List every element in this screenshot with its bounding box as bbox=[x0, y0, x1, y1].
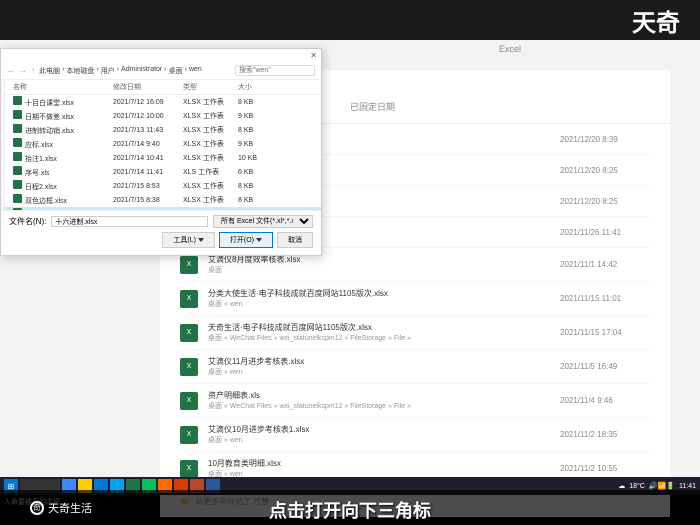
excel-file-icon bbox=[13, 110, 22, 119]
top-brand-bar: 天奇 bbox=[0, 0, 700, 40]
file-list: 名称 修改日期 类型 大小 十目白课堂.xlsx2021/7/12 16:09X… bbox=[5, 80, 321, 210]
file-row[interactable]: 十六进制.xlsx2021/7/15 10:49XLSX 工作表8 KB bbox=[5, 207, 321, 210]
file-row[interactable]: 进制转动销.xlsx2021/7/13 11:43XLSX 工作表8 KB bbox=[5, 123, 321, 137]
system-tray[interactable]: ☁ 18°C 🔊📶🔋 11:41 bbox=[618, 482, 696, 490]
file-row[interactable]: 日程2.xlsx2021/7/15 8:53XLSX 工作表8 KB bbox=[5, 179, 321, 193]
file-row[interactable]: 十目白课堂.xlsx2021/7/12 16:09XLSX 工作表8 KB bbox=[5, 95, 321, 109]
excel-file-icon: X bbox=[180, 358, 198, 376]
file-open-dialog: ✕ ← → ↑ 此电脑 › 本地磁盘 › 用户 › Administrator … bbox=[0, 48, 322, 256]
recent-item[interactable]: X天奇生活·电子科技成就百度网站1105版次.xlsx桌面 » WeChat F… bbox=[180, 316, 650, 350]
excel-titlebar: Excel bbox=[320, 40, 700, 60]
breadcrumb-item[interactable]: 用户 bbox=[101, 66, 115, 76]
recent-item[interactable]: X艾滴仪10月进步考核表1.xlsx桌面 » wen2021/11/2 18:3… bbox=[180, 418, 650, 452]
excel-file-icon bbox=[13, 180, 22, 189]
excel-file-icon: X bbox=[180, 256, 198, 274]
watermark-logo: 奇 天奇生活 bbox=[30, 500, 92, 516]
file-row[interactable]: 日期不做差.xlsx2021/7/12 10:00XLSX 工作表9 KB bbox=[5, 109, 321, 123]
excel-file-icon bbox=[13, 208, 22, 210]
file-row[interactable]: 双色边框.xlsx2021/7/15 8:38XLSX 工作表8 KB bbox=[5, 193, 321, 207]
search-input[interactable] bbox=[235, 65, 315, 76]
brand-text: 天奇 bbox=[632, 3, 680, 38]
close-icon[interactable]: ✕ bbox=[310, 51, 317, 60]
tools-button[interactable]: 工具(L) bbox=[162, 232, 215, 248]
breadcrumb-item[interactable]: 桌面 bbox=[169, 66, 183, 76]
column-headers[interactable]: 名称 修改日期 类型 大小 bbox=[5, 80, 321, 95]
back-icon[interactable]: ← bbox=[7, 66, 15, 75]
excel-file-icon bbox=[13, 152, 22, 161]
recent-item[interactable]: X艾滴仪11月进步考核表.xlsx桌面 » wen2021/11/5 16:49 bbox=[180, 350, 650, 384]
open-button[interactable]: 打开(O) bbox=[219, 232, 273, 248]
file-row[interactable]: 序号.xls2021/7/14 11:41XLS 工作表6 KB bbox=[5, 165, 321, 179]
forward-icon[interactable]: → bbox=[19, 66, 27, 75]
recent-item[interactable]: X资产明细表.xls桌面 » WeChat Files » wxi_sfatun… bbox=[180, 384, 650, 418]
breadcrumb-item[interactable]: wen bbox=[189, 66, 202, 76]
breadcrumb[interactable]: 此电脑 › 本地磁盘 › 用户 › Administrator › 桌面 › w… bbox=[39, 66, 231, 76]
file-row[interactable]: 抬注1.xlsx2021/7/14 10:41XLSX 工作表10 KB bbox=[5, 151, 321, 165]
excel-file-icon bbox=[13, 96, 22, 105]
logo-icon: 奇 bbox=[30, 501, 44, 515]
excel-file-icon: X bbox=[180, 426, 198, 444]
excel-file-icon bbox=[13, 194, 22, 203]
weather-icon[interactable]: ☁ bbox=[618, 482, 625, 490]
dialog-titlebar: ✕ bbox=[1, 49, 321, 62]
dialog-footer: 文件名(N): 所有 Excel 文件(*.xl*,*.xlsx) 工具(L) … bbox=[1, 210, 321, 252]
tray-icons[interactable]: 🔊📶🔋 bbox=[649, 482, 675, 490]
excel-file-icon: X bbox=[180, 392, 198, 410]
filetype-filter[interactable]: 所有 Excel 文件(*.xl*,*.xlsx) bbox=[213, 215, 313, 228]
dialog-nav: ← → ↑ 此电脑 › 本地磁盘 › 用户 › Administrator › … bbox=[1, 62, 321, 80]
filename-input[interactable] bbox=[51, 216, 208, 227]
chevron-down-icon bbox=[198, 238, 204, 242]
up-icon[interactable]: ↑ bbox=[31, 66, 35, 75]
filename-label: 文件名(N): bbox=[9, 216, 46, 227]
excel-file-icon: X bbox=[180, 460, 198, 478]
subtitle-caption: 点击打开向下三角标 bbox=[269, 497, 431, 523]
file-row[interactable]: 应标.xlsx2021/7/14 9:40XLSX 工作表9 KB bbox=[5, 137, 321, 151]
breadcrumb-item[interactable]: Administrator bbox=[121, 66, 162, 76]
excel-file-icon bbox=[13, 138, 22, 147]
breadcrumb-item[interactable]: 此电脑 bbox=[39, 66, 60, 76]
breadcrumb-item[interactable]: 本地磁盘 bbox=[66, 66, 94, 76]
recent-item[interactable]: X分类大使生活·电子科技成就百度网站1105版次.xlsx桌面 » wen202… bbox=[180, 282, 650, 316]
excel-file-icon: X bbox=[180, 324, 198, 342]
excel-file-icon: X bbox=[180, 290, 198, 308]
excel-file-icon bbox=[13, 124, 22, 133]
chevron-down-icon[interactable] bbox=[256, 238, 262, 242]
cancel-button[interactable]: 取消 bbox=[277, 232, 313, 248]
excel-file-icon bbox=[13, 166, 22, 175]
